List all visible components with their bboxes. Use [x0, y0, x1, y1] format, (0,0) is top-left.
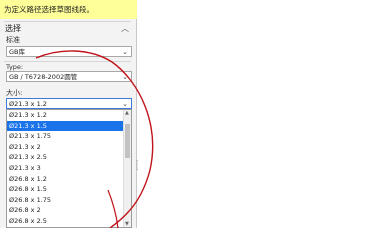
size-value: Ø21.3 x 1.2 — [9, 100, 47, 108]
size-option[interactable]: Ø21.3 x 3 — [7, 163, 131, 174]
size-option[interactable]: Ø21.3 x 1.5 — [7, 120, 131, 132]
type-select[interactable]: GB / T6728-2002圆管 ⌄ — [6, 71, 132, 82]
standard-value: GB库 — [9, 48, 25, 56]
size-option[interactable]: Ø21.3 x 2.5 — [7, 152, 131, 163]
separator — [4, 61, 131, 62]
size-option[interactable]: Ø26.8 x 2 — [7, 205, 131, 216]
size-select[interactable]: Ø21.3 x 1.2 ⌄ — [6, 98, 132, 109]
standard-label: 标准 — [6, 36, 20, 44]
chevron-down-icon: ⌄ — [122, 48, 128, 56]
section-title: 选择 — [5, 24, 21, 33]
size-option[interactable]: Ø21.3 x 1.75 — [7, 131, 131, 142]
scrollbar-thumb[interactable] — [125, 124, 130, 158]
size-option[interactable]: Ø26.8 x 1.5 — [7, 184, 131, 195]
size-option[interactable]: Ø21.3 x 1.2 — [7, 110, 131, 121]
size-dropdown-list[interactable]: Ø21.3 x 1.2 Ø21.3 x 1.5 Ø21.3 x 1.75 Ø21.3 … — [6, 109, 132, 228]
instruction-hint: 为定义路径选择草图线段。 — [0, 0, 137, 19]
chevron-down-icon: ⌄ — [122, 73, 128, 81]
size-option[interactable]: Ø26.8 x 2.5 — [7, 216, 131, 227]
size-option[interactable]: Ø26.8 x 1.75 — [7, 195, 131, 206]
property-panel: 为定义路径选择草图线段。 选择 ︿ 标准 GB库 ⌄ Type: GB / T6… — [0, 0, 137, 228]
scroll-up-icon[interactable]: ▲ — [125, 110, 129, 116]
size-label: 大小: — [6, 89, 23, 97]
graphics-area[interactable] — [138, 0, 368, 228]
size-option[interactable]: Ø26.8 x 3 — [7, 227, 131, 228]
chevron-down-icon: ⌄ — [122, 100, 128, 108]
scroll-down-icon[interactable]: ▼ — [125, 221, 129, 227]
list-scrollbar[interactable]: ▲ ▼ — [123, 110, 131, 227]
separator — [4, 21, 131, 22]
type-value: GB / T6728-2002圆管 — [9, 73, 78, 81]
size-option[interactable]: Ø26.8 x 1.2 — [7, 174, 131, 185]
type-label: Type: — [6, 63, 24, 71]
size-option[interactable]: Ø21.3 x 2 — [7, 142, 131, 153]
standard-select[interactable]: GB库 ⌄ — [6, 46, 132, 57]
chevron-up-icon[interactable]: ︿ — [121, 23, 129, 34]
